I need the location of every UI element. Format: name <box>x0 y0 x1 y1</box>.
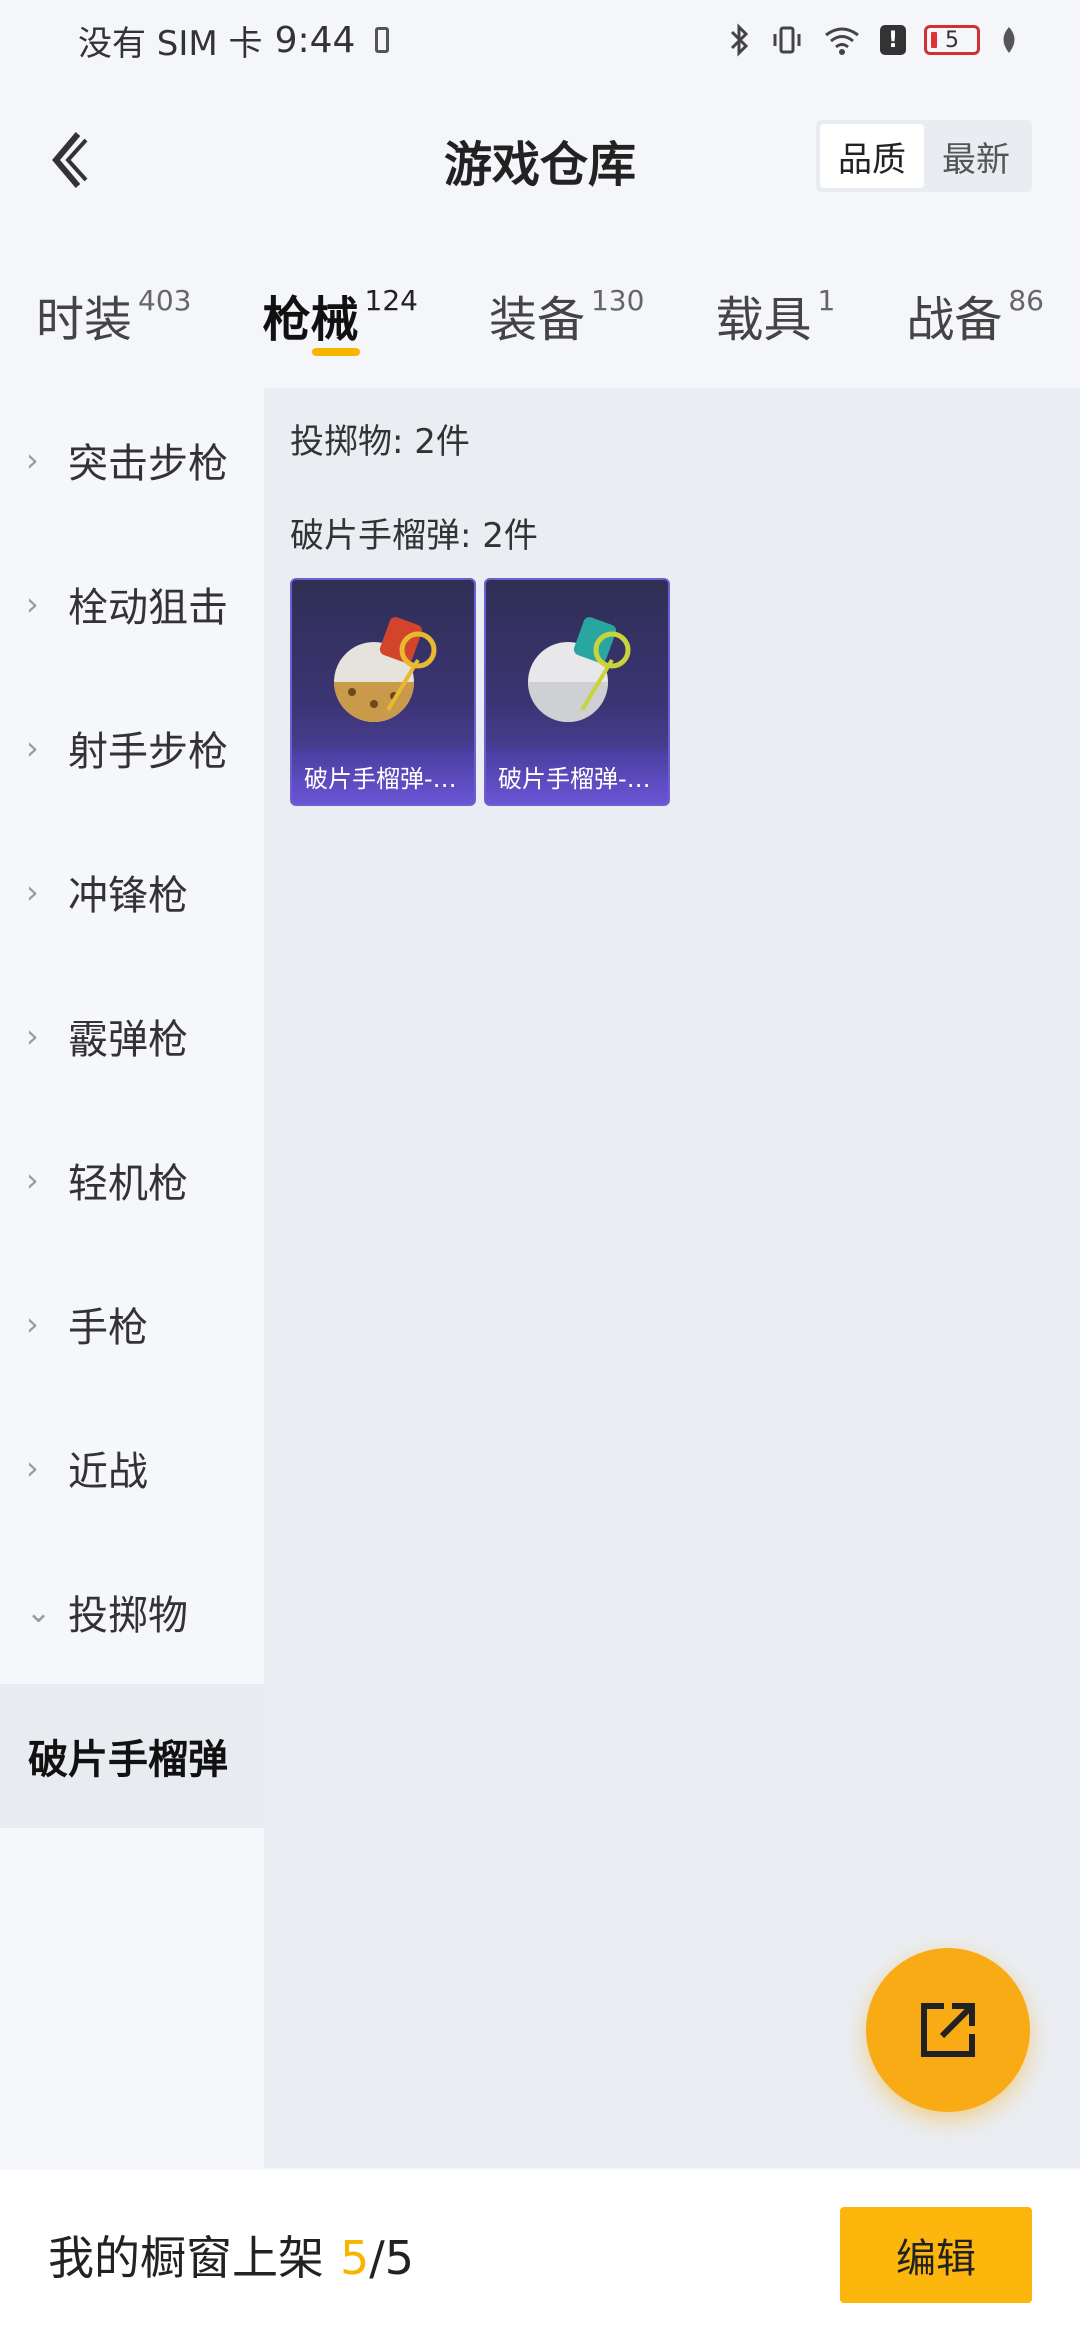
status-left: 没有 SIM 卡 9:44 <box>78 16 390 65</box>
active-tab-indicator <box>312 348 361 356</box>
tab-firearms[interactable]: 枪械 124 <box>262 260 418 370</box>
status-right: ! 5 <box>728 23 1020 57</box>
item-card-label: 破片手榴弹-… <box>292 748 474 804</box>
leaf-icon <box>1003 27 1015 53</box>
sidebar-item-shotgun[interactable]: › 霰弹枪 <box>0 964 264 1108</box>
back-arrow-icon <box>52 132 88 188</box>
share-fab[interactable] <box>866 1948 1030 2112</box>
tab-equipment[interactable]: 装备 130 <box>489 260 644 370</box>
chevron-right-icon: › <box>26 729 39 767</box>
sidebar-item-label: 投掷物 <box>68 1593 188 1639</box>
sidebar-item-label: 突击步枪 <box>68 441 228 487</box>
tab-label: 载具 <box>715 292 812 348</box>
sidebar-item-label: 手枪 <box>68 1305 148 1351</box>
tab-combat-gear[interactable]: 战备 86 <box>906 260 1044 370</box>
chevron-right-icon: › <box>26 1161 39 1199</box>
tab-label: 装备 <box>488 292 585 348</box>
carrier-text: 没有 SIM 卡 <box>78 23 263 64</box>
alert-icon: ! <box>880 25 906 55</box>
clock: 9:44 <box>274 19 356 61</box>
tab-count: 1 <box>817 284 836 317</box>
tab-vehicles[interactable]: 载具 1 <box>715 260 835 370</box>
sort-quality-button[interactable]: 品质 <box>820 124 924 188</box>
sidebar-item-label: 近战 <box>68 1449 148 1495</box>
sidebar-item-label: 轻机枪 <box>68 1161 188 1207</box>
showcase-label: 我的橱窗上架 <box>48 2231 324 2285</box>
sidebar-item-marksman-rifle[interactable]: › 射手步枪 <box>0 676 264 820</box>
sort-latest-button[interactable]: 最新 <box>924 124 1028 188</box>
sidebar-item-lmg[interactable]: › 轻机枪 <box>0 1108 264 1252</box>
grenade-icon <box>334 617 437 722</box>
page-title: 游戏仓库 <box>443 137 636 193</box>
sub-group-title: 破片手榴弹: 2件 <box>290 516 538 556</box>
vibrate-icon <box>773 26 801 54</box>
item-card-label: 破片手榴弹-… <box>486 748 668 804</box>
tab-count: 130 <box>590 284 645 317</box>
sidebar-item-smg[interactable]: › 冲锋枪 <box>0 820 264 964</box>
showcase-total-count: /5 <box>369 2231 415 2285</box>
phone-icon <box>375 27 390 53</box>
sort-toggle: 品质 最新 <box>816 120 1032 192</box>
showcase-status: 我的橱窗上架 5 /5 <box>48 2222 414 2288</box>
bottom-bar: 我的橱窗上架 5 /5 编辑 <box>0 2170 1080 2340</box>
tab-count: 124 <box>364 284 418 317</box>
edit-button[interactable]: 编辑 <box>840 2207 1032 2303</box>
tab-count: 403 <box>138 284 192 317</box>
bluetooth-icon <box>730 23 749 57</box>
sidebar-subitem-label: 破片手榴弹 <box>28 1737 228 1783</box>
battery-level: 5 <box>945 27 959 53</box>
sidebar-item-label: 栓动狙击 <box>68 585 228 631</box>
back-button[interactable] <box>30 120 110 200</box>
tab-label: 战备 <box>906 292 1003 348</box>
battery-icon: 5 <box>924 25 980 55</box>
group-title: 投掷物: 2件 <box>290 422 470 462</box>
item-card[interactable]: 破片手榴弹-… <box>290 578 476 806</box>
tab-label: 时装 <box>36 292 133 348</box>
chevron-right-icon: › <box>26 1305 39 1343</box>
sidebar-item-label: 冲锋枪 <box>68 873 188 919</box>
sidebar-item-assault-rifle[interactable]: › 突击步枪 <box>0 388 264 532</box>
tab-label: 枪械 <box>262 292 359 348</box>
header: 游戏仓库 品质 最新 <box>0 100 1080 220</box>
chevron-right-icon: › <box>26 585 39 623</box>
chevron-right-icon: › <box>26 441 39 479</box>
item-content-panel: 投掷物: 2件 破片手榴弹: 2件 破片手榴弹-… 破片手榴弹-… <box>264 388 1080 2168</box>
tab-fashion[interactable]: 时装 403 <box>36 260 191 370</box>
chevron-right-icon: › <box>26 1449 39 1487</box>
sidebar-item-bolt-sniper[interactable]: › 栓动狙击 <box>0 532 264 676</box>
status-bar: 没有 SIM 卡 9:44 ! 5 <box>0 0 1080 80</box>
external-link-icon <box>921 2003 975 2057</box>
sidebar-subitem-frag-grenade[interactable]: 破片手榴弹 <box>0 1684 264 1828</box>
weapon-category-sidebar: › 突击步枪 › 栓动狙击 › 射手步枪 › 冲锋枪 › 霰弹枪 › 轻机枪 ›… <box>0 388 264 2168</box>
sidebar-item-throwables[interactable]: ⌄ 投掷物 <box>0 1540 264 1684</box>
sidebar-item-pistol[interactable]: › 手枪 <box>0 1252 264 1396</box>
sidebar-item-label: 霰弹枪 <box>68 1017 188 1063</box>
item-card[interactable]: 破片手榴弹-… <box>484 578 670 806</box>
grenade-icon <box>528 617 631 722</box>
tab-count: 86 <box>1008 284 1044 317</box>
category-tabs: 时装 403 枪械 124 装备 130 载具 1 战备 86 <box>0 260 1080 370</box>
chevron-down-icon: ⌄ <box>26 1594 52 1630</box>
chevron-right-icon: › <box>26 873 39 911</box>
wifi-icon <box>825 27 859 55</box>
chevron-right-icon: › <box>26 1017 39 1055</box>
sidebar-item-melee[interactable]: › 近战 <box>0 1396 264 1540</box>
showcase-current-count: 5 <box>340 2231 370 2285</box>
sidebar-item-label: 射手步枪 <box>68 729 228 775</box>
